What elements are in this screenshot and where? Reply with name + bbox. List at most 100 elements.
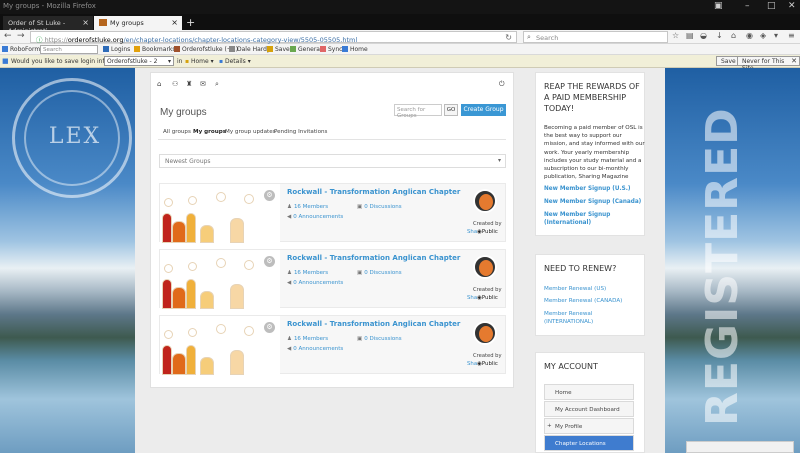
reload-icon[interactable]: ↻	[505, 33, 512, 42]
tab-admin[interactable]: Order of St Luke - Administrati... ×	[3, 16, 93, 35]
url-host: orderofstluke.org	[67, 36, 124, 44]
group-cover-image[interactable]	[160, 316, 280, 375]
avatar[interactable]	[473, 321, 497, 345]
group-name-link[interactable]: Rockwall - Transformation Anglican Chapt…	[287, 254, 460, 262]
tab-my-groups[interactable]: My groups ×	[94, 16, 182, 30]
gear-icon[interactable]: ⚙	[264, 190, 275, 201]
signup-international-link[interactable]: New Member Signup (International)	[544, 211, 642, 227]
folder-icon: ▪	[185, 58, 190, 65]
identity-select[interactable]: Orderofstluke - 2 ▾	[104, 56, 174, 66]
tab-my-groups[interactable]: My groups	[193, 129, 226, 135]
rewards-title: REAP THE REWARDS OF A PAID MEMBERSHIP TO…	[544, 82, 640, 113]
background-seal-image: LEX	[0, 68, 135, 453]
url-bar[interactable]: ⓘ https://orderofstluke.org/en/chapter-l…	[30, 31, 517, 44]
group-announcements-link[interactable]: ◀ 0 Announcements	[287, 214, 343, 220]
account-profile-link[interactable]: + My Profile	[544, 418, 634, 434]
forward-icon[interactable]: →	[17, 31, 25, 41]
site-icon	[174, 46, 180, 52]
group-discussions-link[interactable]: ▣ 0 Discussions	[357, 270, 402, 276]
shield-icon[interactable]: ◈	[760, 31, 766, 40]
bookmark-roboform[interactable]: RoboForm	[2, 45, 40, 54]
power-icon[interactable]: ⏻	[499, 80, 505, 89]
tab-my-group-updates[interactable]: My group updates	[225, 129, 276, 135]
details-dropdown[interactable]: ▪ Details ▾	[219, 58, 251, 65]
group-members-link[interactable]: ♟ 16 Members	[287, 270, 328, 276]
megaphone-icon: ◀	[287, 280, 292, 286]
privacy-label: Sha◉Public	[467, 361, 498, 367]
extension-icon[interactable]: ◉	[746, 31, 753, 40]
gear-icon[interactable]: ⚙	[264, 322, 275, 333]
home-icon[interactable]: ⌂	[731, 31, 736, 40]
account-title: MY ACCOUNT	[544, 362, 598, 371]
created-by-label: Created by	[473, 287, 502, 293]
back-icon[interactable]: ←	[4, 31, 12, 41]
create-group-button[interactable]: Create Group	[461, 104, 506, 116]
signup-canada-link[interactable]: New Member Signup (Canada)	[544, 198, 642, 206]
group-cover-image[interactable]	[160, 250, 280, 309]
group-discussions-link[interactable]: ▣ 0 Discussions	[357, 204, 402, 210]
lock-icon: ⓘ	[36, 36, 43, 44]
minimize-icon[interactable]: –	[745, 1, 750, 11]
search-icon[interactable]: ⌕	[215, 80, 219, 89]
bookmark-dale-hardy[interactable]: Dale Hardy	[229, 45, 270, 54]
group-members-link[interactable]: ♟ 16 Members	[287, 336, 328, 342]
bookmark-search-input[interactable]: Search	[40, 45, 98, 54]
group-announcements-link[interactable]: ◀ 0 Announcements	[287, 346, 343, 352]
go-button[interactable]: GO	[444, 104, 458, 116]
seal-text: LEX	[48, 124, 102, 149]
account-dashboard-link[interactable]: My Account Dashboard	[544, 401, 634, 417]
pocket-icon[interactable]: ◒	[700, 31, 707, 40]
favicon-icon	[99, 19, 107, 26]
group-announcements-link[interactable]: ◀ 0 Announcements	[287, 280, 343, 286]
home-icon	[342, 46, 348, 52]
group-search-input[interactable]: Search for Groups	[394, 104, 442, 119]
window-menu-icon[interactable]: ▣	[714, 1, 723, 11]
signup-us-link[interactable]: New Member Signup (U.S.)	[544, 185, 642, 193]
avatar[interactable]	[473, 255, 497, 279]
tab-pending-invitations[interactable]: Pending Invitations	[274, 129, 327, 135]
new-tab-icon[interactable]: +	[186, 16, 195, 29]
maximize-icon[interactable]: □	[767, 1, 776, 11]
bookmark-home[interactable]: Home	[342, 45, 368, 54]
close-bar-icon[interactable]: ✕	[791, 57, 797, 65]
renew-canada-link[interactable]: Member Renewal (CANADA)	[544, 297, 642, 305]
notification-toast[interactable]	[686, 441, 794, 453]
group-row: ⚙ Rockwall - Transformation Anglican Cha…	[159, 315, 506, 375]
gear-icon[interactable]: ⚙	[264, 256, 275, 267]
download-icon[interactable]: ↓	[716, 31, 723, 40]
mail-icon[interactable]: ✉	[200, 80, 206, 88]
account-home-link[interactable]: Home	[544, 384, 634, 400]
save-login-question: Would you like to save login info as:	[11, 58, 119, 65]
sort-select[interactable]: Newest Groups ▾	[159, 154, 506, 168]
search-placeholder: Search	[536, 34, 559, 42]
bookmark-save[interactable]: Save	[267, 45, 290, 54]
rewards-body: Becoming a paid member of OSL is the bes…	[544, 125, 645, 181]
account-chapter-locations-link[interactable]: Chapter Locations	[544, 435, 634, 451]
friends-icon[interactable]: ⚇	[172, 80, 178, 88]
avatar[interactable]	[473, 189, 497, 213]
bookmark-star-icon[interactable]: ☆	[672, 31, 679, 40]
bookmark-bookmarks[interactable]: Bookmarks	[134, 45, 176, 54]
close-window-icon[interactable]: ✕	[788, 1, 796, 11]
search-field[interactable]: ⌕ Search	[523, 31, 668, 43]
hamburger-menu-icon[interactable]: ≡	[788, 31, 795, 40]
home-folder-dropdown[interactable]: ▪ Home ▾	[185, 58, 214, 65]
close-tab-icon[interactable]: ×	[82, 18, 89, 27]
group-row: ⚙ Rockwall - Transformation Anglican Cha…	[159, 249, 506, 309]
library-icon[interactable]: ▤	[686, 31, 694, 40]
group-name-link[interactable]: Rockwall - Transformation Anglican Chapt…	[287, 188, 460, 196]
group-name-link[interactable]: Rockwall - Transformation Anglican Chapt…	[287, 320, 460, 328]
group-members-link[interactable]: ♟ 16 Members	[287, 204, 328, 210]
bookmark-logins[interactable]: Logins	[103, 45, 130, 54]
bookmark-sync[interactable]: Sync	[320, 45, 342, 54]
home-icon[interactable]: ⌂	[157, 80, 161, 88]
renew-international-link[interactable]: Member Renewal (INTERNATIONAL)	[544, 310, 642, 326]
window-title: My groups - Mozilla Firefox	[3, 2, 96, 10]
renew-us-link[interactable]: Member Renewal (US)	[544, 285, 642, 293]
groups-icon[interactable]: ♜	[186, 80, 192, 88]
tab-all-groups[interactable]: All groups	[163, 129, 191, 135]
group-discussions-link[interactable]: ▣ 0 Discussions	[357, 336, 402, 342]
group-cover-image[interactable]	[160, 184, 280, 243]
roboform-toolbar-icon[interactable]: ▾	[774, 31, 778, 40]
close-tab-icon[interactable]: ×	[171, 18, 178, 27]
